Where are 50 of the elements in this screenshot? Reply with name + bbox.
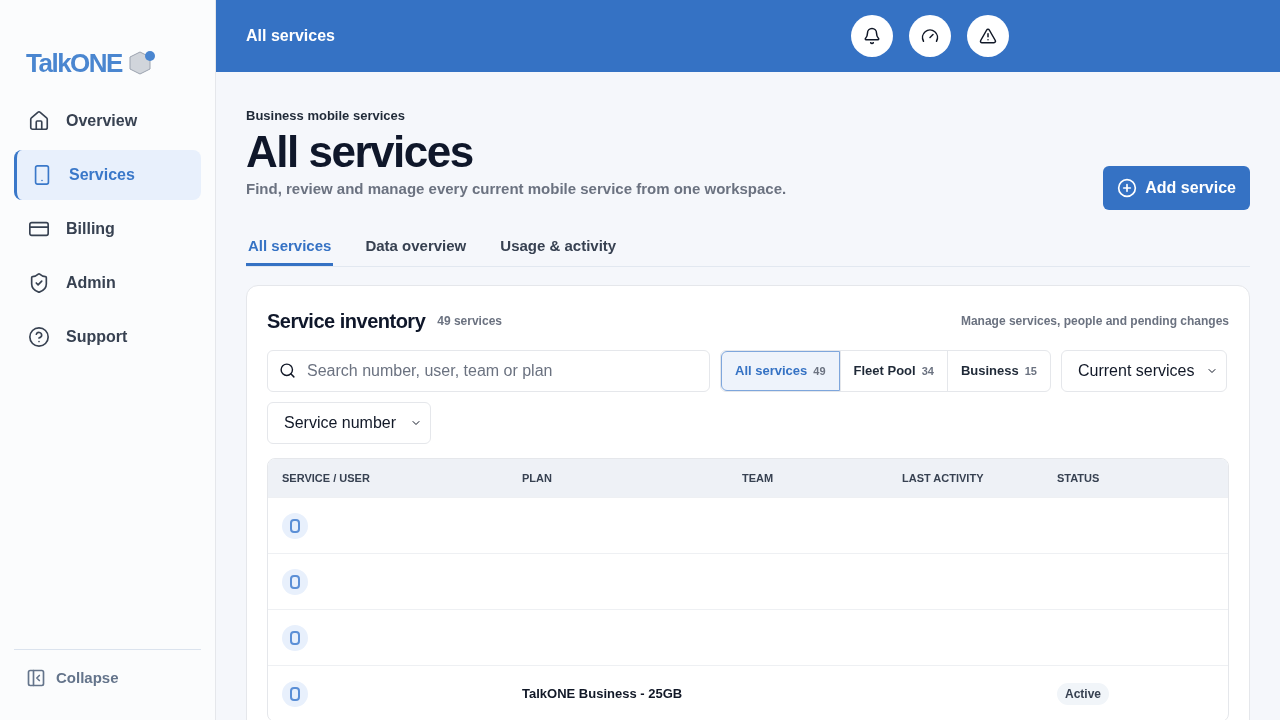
phone-icon [282, 568, 308, 595]
sidebar-item[interactable]: Billing [14, 204, 201, 254]
sidebar-item[interactable]: Support [14, 312, 201, 362]
column-header: PLAN [522, 470, 553, 486]
tab[interactable]: All services [246, 230, 334, 266]
segment-count: 15 [1024, 363, 1037, 379]
filter-segment[interactable]: All services 49 [721, 351, 840, 391]
table-cell-text: TalkONE Business - 25GB [522, 684, 684, 703]
sidebar-item[interactable]: Services [14, 150, 201, 200]
search-icon [279, 362, 296, 379]
tab[interactable]: Usage & activity [498, 230, 619, 266]
alert-button[interactable] [967, 15, 1009, 57]
add-service-button[interactable]: Add service [1103, 166, 1250, 210]
column-header: STATUS [1057, 470, 1101, 486]
home-icon [28, 110, 50, 132]
column-header: SERVICE / USER [282, 470, 371, 486]
top-bar-title: All services [246, 26, 336, 46]
scope-select[interactable]: Current services [1060, 350, 1227, 392]
phone-icon [282, 624, 308, 651]
search-field[interactable]: Search number, user, team or plan [267, 350, 710, 392]
filter-segment[interactable]: Business 15 [946, 351, 1050, 391]
logo-text: TalkONE [26, 46, 122, 80]
help-icon [28, 326, 50, 348]
collapse-button[interactable]: Collapse [14, 650, 119, 706]
phone-icon [282, 512, 308, 539]
collapse-icon [26, 668, 46, 688]
sidebar-item[interactable]: Admin [14, 258, 201, 308]
plus-icon [1117, 178, 1138, 198]
eyebrow: Business mobile services [246, 107, 406, 125]
warning-icon [979, 27, 997, 45]
shield-icon [28, 272, 50, 294]
column-header: TEAM [742, 470, 775, 486]
gauge-button[interactable] [909, 15, 951, 57]
status-badge: Active [1057, 682, 1110, 705]
inventory-count: 49 services [437, 313, 502, 330]
filter-segment[interactable]: Fleet Pool 34 [839, 351, 947, 391]
notifications-button[interactable] [851, 15, 893, 57]
segment-count: 34 [921, 363, 934, 379]
page-title: All services [246, 125, 474, 178]
sidebar-item[interactable]: Overview [14, 96, 201, 146]
sort-select[interactable]: Service number [267, 402, 431, 444]
inventory-hint: Manage services, people and pending changes [960, 313, 1229, 330]
column-header: LAST ACTIVITY [902, 470, 985, 486]
inventory-title: Service inventory [267, 309, 426, 334]
page-subtitle: Find, review and manage every current mobile service from one workspace. [246, 178, 787, 199]
segment-count: 49 [813, 363, 826, 379]
gauge-icon [921, 27, 939, 45]
bell-icon [863, 27, 881, 45]
phone-icon [282, 680, 308, 707]
tab[interactable]: Data overview [363, 230, 469, 266]
